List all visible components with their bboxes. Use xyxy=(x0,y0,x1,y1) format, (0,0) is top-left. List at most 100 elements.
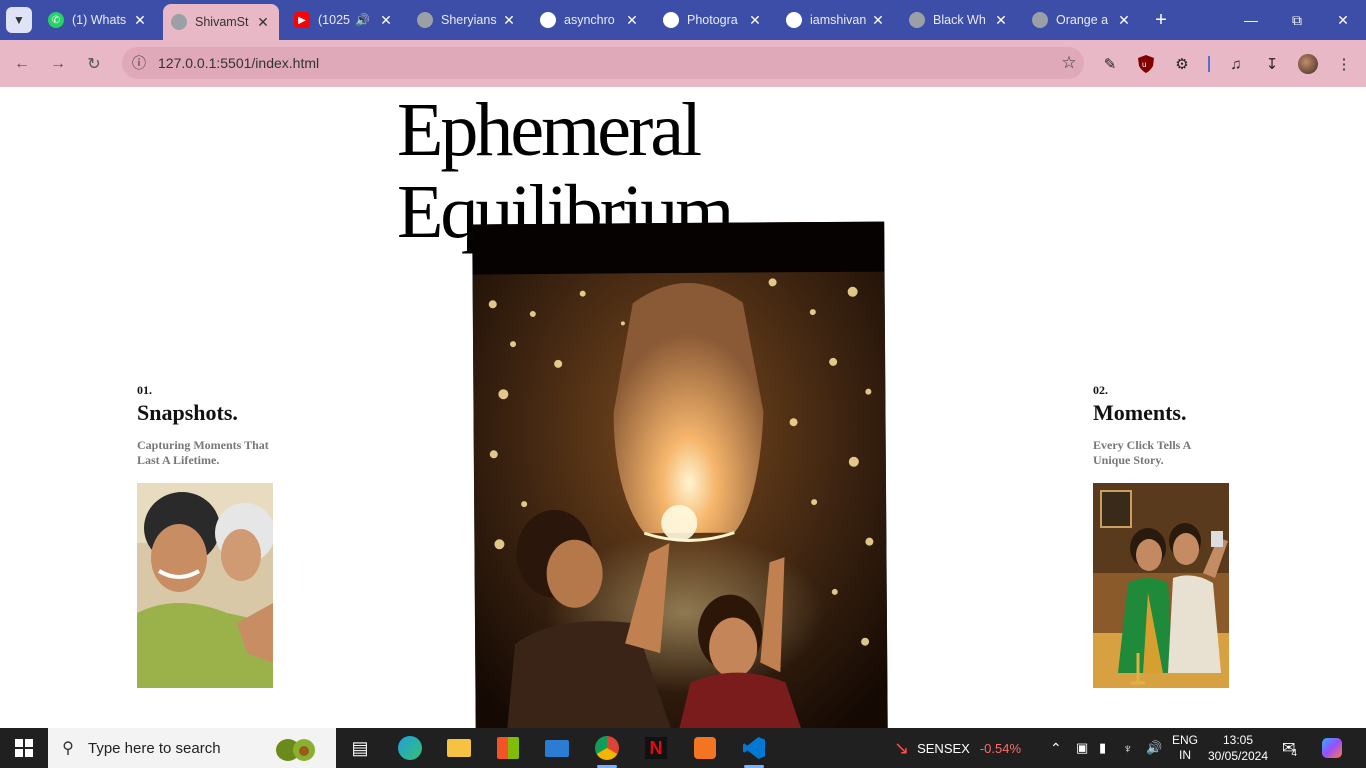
minimize-button[interactable]: — xyxy=(1228,8,1274,32)
language-indicator[interactable]: ENG IN xyxy=(1172,728,1198,768)
tab-title: Sheryians xyxy=(441,13,497,27)
card-moments: 02. Moments. Every Click Tells A Unique … xyxy=(1093,383,1253,688)
info-icon[interactable]: ⓘ xyxy=(126,50,152,76)
page-viewport: Ephemeral Equilibrium 01. Snapshots. Cap… xyxy=(0,87,1366,728)
minimize-icon: — xyxy=(1244,12,1258,28)
menu-icon[interactable]: ⋮ xyxy=(1332,52,1356,76)
profile-avatar[interactable] xyxy=(1296,52,1320,76)
tab-github-photography[interactable]: Photogra ✕ xyxy=(655,6,771,34)
edge-icon xyxy=(398,736,422,760)
eyedropper-icon[interactable]: ✎ xyxy=(1098,52,1122,76)
chrome-app[interactable] xyxy=(587,732,627,768)
close-icon[interactable]: ✕ xyxy=(255,14,271,31)
store-icon xyxy=(497,737,519,759)
crunchyroll-app[interactable] xyxy=(685,732,725,764)
stock-change: -0.54% xyxy=(979,740,1022,756)
chevron-up-icon: ⌃ xyxy=(1050,739,1062,756)
tab-title: (1) Whats xyxy=(72,13,127,27)
speaker-icon[interactable]: 🔊 xyxy=(355,13,370,27)
tab-black-white[interactable]: Black Wh ✕ xyxy=(901,6,1017,34)
tab-github-iamshivam[interactable]: iamshivan ✕ xyxy=(778,6,894,34)
tab-title: asynchro xyxy=(564,13,615,27)
extensions-icon[interactable]: ⚙ xyxy=(1170,52,1194,76)
close-icon[interactable]: ✕ xyxy=(993,12,1009,29)
stock-name: SENSEX xyxy=(917,740,970,756)
star-icon[interactable]: ☆ xyxy=(1054,53,1084,73)
github-icon xyxy=(540,12,556,28)
close-icon[interactable]: ✕ xyxy=(747,12,763,29)
url-text[interactable]: 127.0.0.1:5501/index.html xyxy=(158,55,1054,71)
tab-sheryians[interactable]: Sheryians ✕ xyxy=(409,6,525,34)
region-code: IN xyxy=(1179,748,1191,762)
vscode-app[interactable] xyxy=(734,732,774,768)
copilot-button[interactable] xyxy=(1322,728,1342,768)
title-line-1: Ephemeral xyxy=(397,88,702,172)
close-icon[interactable]: ✕ xyxy=(624,12,640,29)
download-icon[interactable]: ↧ xyxy=(1260,52,1284,76)
tab-orange[interactable]: Orange a ✕ xyxy=(1024,6,1140,34)
tab-github-async[interactable]: asynchro ✕ xyxy=(532,6,648,34)
forward-button[interactable]: → xyxy=(45,51,71,77)
globe-icon xyxy=(909,12,925,28)
close-icon[interactable]: ✕ xyxy=(1116,12,1132,29)
reload-icon: ↻ xyxy=(87,56,101,73)
folder-icon xyxy=(447,739,471,757)
search-placeholder: Type here to search xyxy=(88,739,221,757)
tab-title: iamshivan xyxy=(810,13,867,27)
tab-whatsapp[interactable]: ✆ (1) Whats ✕ xyxy=(40,6,156,34)
new-tab-button[interactable]: + xyxy=(1148,7,1174,33)
globe-icon xyxy=(1032,12,1048,28)
close-icon[interactable]: ✕ xyxy=(378,12,394,29)
card-snapshots: 01. Snapshots. Capturing Moments That La… xyxy=(137,383,297,688)
battery-icon[interactable]: ▮ xyxy=(1099,728,1106,768)
chevron-down-icon: ▼ xyxy=(13,13,25,27)
moments-photo xyxy=(1093,483,1229,688)
file-explorer-app[interactable] xyxy=(439,732,479,764)
card-description-line: Last A Lifetime. xyxy=(137,453,220,467)
mail-icon xyxy=(545,739,569,757)
tab-title: Orange a xyxy=(1056,13,1109,27)
task-view-button[interactable]: ▤ xyxy=(340,732,380,764)
reload-button[interactable]: ↻ xyxy=(81,51,107,77)
language-code: ENG xyxy=(1172,733,1199,747)
close-icon: ✕ xyxy=(1337,11,1349,28)
netflix-app[interactable]: N xyxy=(636,732,676,764)
media-controls-icon[interactable]: ♫ xyxy=(1224,52,1248,76)
clock[interactable]: 13:05 30/05/2024 xyxy=(1208,728,1268,768)
vscode-icon xyxy=(743,737,765,759)
close-icon[interactable]: ✕ xyxy=(870,12,886,29)
tab-search-button[interactable]: ▼ xyxy=(6,7,32,33)
tab-shivamstudio[interactable]: ShivamSt ✕ xyxy=(163,4,279,40)
close-icon[interactable]: ✕ xyxy=(132,12,148,29)
ublock-icon[interactable]: u xyxy=(1134,52,1158,76)
browser-tab-strip: ▼ ✆ (1) Whats ✕ ShivamSt ✕ ▶ (1025 🔊 ✕ S… xyxy=(0,0,1366,40)
wifi-icon[interactable]: ♆ xyxy=(1123,728,1133,768)
taskbar-search[interactable]: ⚲ Type here to search xyxy=(48,728,336,768)
mail-app[interactable] xyxy=(537,732,577,764)
tab-title: (1025 xyxy=(318,13,350,27)
address-bar[interactable]: ⓘ 127.0.0.1:5501/index.html ☆ xyxy=(122,47,1084,79)
store-app[interactable] xyxy=(488,732,528,764)
card-heading: Snapshots. xyxy=(137,400,238,425)
tab-youtube[interactable]: ▶ (1025 🔊 ✕ xyxy=(286,6,402,34)
clock-date: 30/05/2024 xyxy=(1207,749,1269,763)
volume-icon[interactable]: 🔊 xyxy=(1146,728,1162,768)
card-number: 02. xyxy=(1093,383,1108,397)
card-description: Capturing Moments That Last A Lifetime. xyxy=(137,438,277,468)
copilot-icon xyxy=(1322,738,1342,758)
stock-widget[interactable]: ↘ SENSEX -0.54% xyxy=(894,728,1021,768)
back-button[interactable]: ← xyxy=(9,51,35,77)
camera-icon[interactable]: ▣ xyxy=(1076,728,1088,768)
close-window-button[interactable]: ✕ xyxy=(1320,8,1366,32)
github-icon xyxy=(786,12,802,28)
notifications-button[interactable]: ✉ 4 xyxy=(1282,728,1297,768)
edge-app[interactable] xyxy=(390,732,430,764)
tab-title: Photogra xyxy=(687,13,738,27)
close-icon[interactable]: ✕ xyxy=(501,12,517,29)
crunchyroll-icon xyxy=(694,737,716,759)
card-number: 01. xyxy=(137,383,152,397)
arrow-right-icon: → xyxy=(50,55,66,72)
start-button[interactable] xyxy=(0,728,48,768)
show-hidden-icons[interactable]: ⌃ xyxy=(1050,728,1062,768)
restore-button[interactable]: ⧉ xyxy=(1274,8,1320,32)
